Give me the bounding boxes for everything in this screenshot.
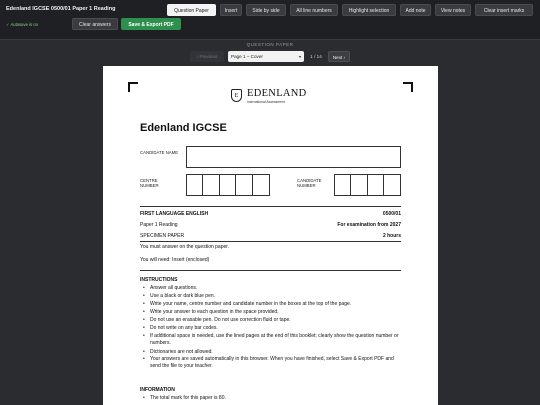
centre-number-label: CENTRE NUMBER bbox=[140, 178, 159, 189]
list-item: The total mark for this paper is 80. bbox=[140, 394, 401, 402]
top-toolbar: Edenland IGCSE 0500/01 Paper 1 Reading ✓… bbox=[0, 0, 540, 40]
information-list: The total mark for this paper is 80. bbox=[140, 394, 401, 402]
question-paper-page: E EDENLAND International Assessment Eden… bbox=[103, 66, 438, 405]
divider bbox=[140, 270, 401, 271]
list-item: If additional space is needed, use the l… bbox=[140, 333, 401, 348]
subject-code: 0500/01 bbox=[382, 211, 401, 217]
materials-needed: You will need: Insert (enclosed) bbox=[140, 257, 210, 263]
page-select-value: Page 1 – Cover bbox=[231, 54, 263, 59]
view-notes-button[interactable]: View notes bbox=[435, 4, 471, 16]
list-item: Use a black or dark blue pen. bbox=[140, 292, 401, 300]
chevron-down-icon: ▾ bbox=[298, 54, 301, 59]
candidate-number-label: CANDIDATE NUMBER bbox=[297, 178, 322, 189]
list-item: Your answers are saved automatically in … bbox=[140, 356, 401, 371]
list-item: Do not write on any bar codes. bbox=[140, 324, 401, 332]
duration: 2 hours bbox=[382, 233, 401, 239]
list-item: Write your name, centre number and candi… bbox=[140, 300, 401, 308]
next-page-button[interactable]: Next › bbox=[328, 51, 350, 62]
page-count: 1 / 14 bbox=[310, 54, 322, 59]
insert-button[interactable]: Insert bbox=[220, 4, 242, 16]
specimen-label: SPECIMEN PAPER bbox=[140, 233, 185, 239]
candidate-number-field[interactable] bbox=[334, 174, 401, 196]
app-title: Edenland IGCSE 0500/01 Paper 1 Reading bbox=[6, 6, 116, 12]
save-export-pdf-button[interactable]: Save & Export PDF bbox=[121, 18, 181, 30]
previous-page-button[interactable]: ‹ Previous bbox=[190, 51, 224, 62]
list-item: Dictionaries are not allowed. bbox=[140, 348, 401, 356]
clear-insert-marks-button[interactable]: Clear insert marks bbox=[475, 4, 533, 16]
paper-name: Paper 1 Reading bbox=[140, 222, 178, 228]
list-item: Answer all questions. bbox=[140, 284, 401, 292]
subject-name: FIRST LANGUAGE ENGLISH bbox=[140, 211, 209, 217]
answer-instruction: You must answer on the question paper. bbox=[140, 244, 230, 250]
paper-title: Edenland IGCSE bbox=[140, 122, 227, 134]
shield-icon: E bbox=[231, 89, 242, 102]
divider bbox=[140, 241, 401, 242]
instructions-heading: INSTRUCTIONS bbox=[140, 277, 178, 283]
logo-name: EDENLAND bbox=[247, 88, 307, 99]
logo-subtitle: International Assessment bbox=[247, 100, 285, 104]
line-numbers-button[interactable]: All line numbers bbox=[290, 4, 338, 16]
divider bbox=[140, 206, 401, 207]
candidate-name-field[interactable] bbox=[186, 146, 401, 168]
question-paper-button[interactable]: Question Paper bbox=[167, 4, 216, 16]
side-by-side-button[interactable]: Side by side bbox=[246, 4, 286, 16]
page-select[interactable]: Page 1 – Cover ▾ bbox=[228, 51, 304, 62]
candidate-name-label: CANDIDATE NAME bbox=[140, 150, 179, 155]
corner-mark-top-right bbox=[403, 82, 413, 92]
list-item: Write your answer to each question in th… bbox=[140, 308, 401, 316]
add-note-button[interactable]: Add note bbox=[400, 4, 431, 16]
corner-mark-top-left bbox=[128, 82, 138, 92]
edenland-logo: E EDENLAND International Assessment bbox=[231, 88, 321, 108]
centre-number-field[interactable] bbox=[186, 174, 270, 196]
information-heading: INFORMATION bbox=[140, 387, 175, 393]
autosave-status: ✓ Autosave is on bbox=[6, 22, 38, 27]
exam-year: For examination from 2027 bbox=[337, 222, 401, 228]
instructions-list: Answer all questions. Use a black or dar… bbox=[140, 284, 401, 371]
section-label: QUESTION PAPER bbox=[246, 42, 294, 47]
highlight-selection-button[interactable]: Highlight selection bbox=[342, 4, 396, 16]
list-item: Do not use an erasable pen. Do not use c… bbox=[140, 316, 401, 324]
clear-answers-button[interactable]: Clear answers bbox=[72, 18, 118, 30]
